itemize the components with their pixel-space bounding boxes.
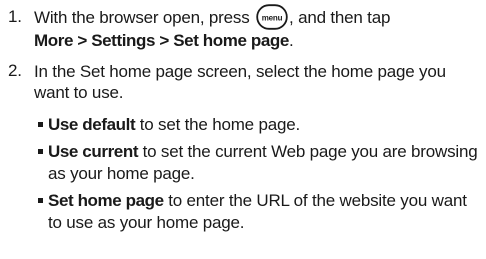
step-number: 1.	[8, 7, 22, 26]
option-term: Use current	[48, 142, 139, 161]
step-text-part: , and then tap	[289, 8, 391, 27]
step-text: In the Set home page screen, select the …	[34, 62, 446, 102]
option-set-home-page: Set home page to enter the URL of the we…	[38, 190, 478, 234]
step-2: 2. In the Set home page screen, select t…	[8, 61, 478, 103]
menu-key-label: menu	[262, 13, 283, 22]
bullet-marker	[38, 149, 43, 154]
option-term: Use default	[48, 115, 136, 134]
step-text: With the browser open, press menu , and …	[34, 3, 478, 51]
option-text: Use default to set the home page.	[48, 114, 478, 136]
option-use-default: Use default to set the home page.	[38, 114, 478, 136]
option-text: Set home page to enter the URL of the we…	[48, 190, 478, 234]
bullet-marker	[38, 198, 43, 203]
settings-path: More > Settings > Set home page	[34, 30, 289, 50]
step-text-part: With the browser open, press	[34, 8, 250, 27]
instruction-page: 1. With the browser open, press menu , a…	[0, 0, 486, 259]
step-1: 1. With the browser open, press menu , a…	[8, 3, 478, 51]
menu-key-icon: menu	[256, 3, 288, 30]
bullet-marker	[38, 122, 43, 127]
option-desc: to set the home page.	[135, 115, 301, 134]
step-text-end: .	[288, 30, 294, 50]
step-number: 2.	[8, 61, 22, 80]
option-text: Use current to set the current Web page …	[48, 141, 478, 185]
option-use-current: Use current to set the current Web page …	[38, 141, 478, 185]
option-term: Set home page	[48, 191, 164, 210]
